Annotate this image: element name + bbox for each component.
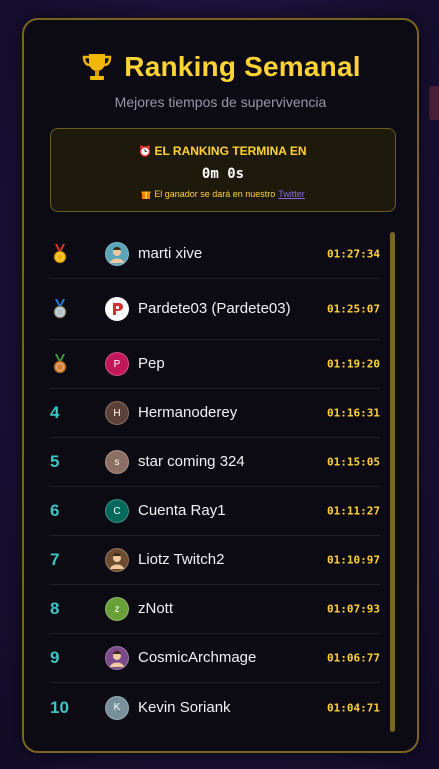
title-row: Ranking Semanal (24, 50, 417, 84)
avatar (105, 548, 129, 572)
gift-icon (141, 191, 151, 199)
countdown-heading-text: EL RANKING TERMINA EN (154, 144, 307, 158)
winner-note-text: El ganador se dará en nuestro (154, 189, 276, 199)
player-time: 01:06:77 (327, 651, 380, 665)
player-time: 01:25:07 (327, 302, 380, 316)
ranking-row: 6 C Cuenta Ray1 01:11:27 (50, 487, 380, 536)
ranking-list: marti xive 01:27:34 Pardete03 (Pardete03) 0… (50, 230, 380, 732)
avatar: s (105, 450, 129, 474)
avatar: z (105, 597, 129, 621)
ranking-card: Ranking Semanal Mejores tiempos de super… (22, 18, 419, 753)
player-name: Pep (138, 355, 165, 372)
player-time: 01:10:97 (327, 553, 380, 567)
player-name: Kevin Soriank (138, 698, 231, 716)
ranking-row: marti xive 01:27:34 (50, 230, 380, 279)
countdown-heading: EL RANKING TERMINA EN (51, 144, 395, 158)
player-time: 01:19:20 (327, 357, 380, 371)
player-name: Liotz Twitch2 (138, 551, 225, 568)
rank-number: 10 (50, 697, 69, 717)
ranking-row: 5 s star coming 324 01:15:05 (50, 438, 380, 487)
player-time: 01:07:93 (327, 602, 380, 616)
avatar: H (105, 401, 129, 425)
rank-number: 8 (50, 599, 60, 618)
avatar (105, 297, 129, 321)
rank-number: 4 (50, 403, 60, 422)
scrollbar[interactable] (390, 232, 395, 732)
avatar: K (105, 695, 129, 720)
ranking-row: Pardete03 (Pardete03) 01:25:07 (50, 279, 380, 340)
avatar (105, 646, 129, 670)
player-name: zNott (138, 600, 174, 617)
player-name: Hermanoderey (138, 404, 238, 421)
rank-number: 7 (50, 550, 60, 569)
avatar (105, 242, 129, 266)
rank-number: 5 (50, 452, 60, 471)
ranking-row: 10 K Kevin Soriank 01:04:71 (50, 683, 380, 732)
alarm-clock-icon (140, 145, 151, 157)
page-subtitle: Mejores tiempos de supervivencia (114, 94, 327, 110)
background-accent (429, 86, 439, 120)
ranking-row: 7 Liotz Twitch2 01:10:97 (50, 536, 380, 585)
winner-note: El ganador se dará en nuestro Twitter (51, 189, 395, 199)
player-name: marti xive (138, 245, 203, 262)
ranking-row: 4 H Hermanoderey 01:16:31 (50, 389, 380, 438)
rank-number: 6 (50, 501, 60, 520)
ranking-row: P Pep 01:19:20 (50, 340, 380, 389)
avatar: P (105, 352, 129, 376)
player-time: 01:15:05 (327, 455, 380, 469)
countdown-panel: EL RANKING TERMINA EN 0m 0s El ganador s… (50, 128, 396, 212)
twitter-link[interactable]: Twitter (278, 189, 305, 199)
countdown-value: 0m 0s (201, 166, 245, 182)
ranking-row: 8 z zNott 01:07:93 (50, 585, 380, 634)
ranking-row: 9 CosmicArchmage 01:06:77 (50, 634, 380, 683)
bronze-medal-icon (52, 354, 68, 374)
player-time: 01:04:71 (327, 701, 380, 714)
silver-medal-icon (52, 299, 68, 319)
rank-number: 9 (50, 648, 60, 667)
avatar: C (105, 499, 129, 523)
page-title: Ranking Semanal (124, 51, 361, 82)
trophy-icon (83, 54, 112, 80)
player-time: 01:27:34 (327, 247, 380, 261)
player-name: Pardete03 (Pardete03) (138, 300, 291, 317)
player-name: CosmicArchmage (138, 649, 257, 666)
player-name: star coming 324 (138, 453, 245, 470)
player-name: Cuenta Ray1 (138, 502, 226, 519)
gold-medal-icon (52, 244, 68, 264)
player-time: 01:11:27 (327, 504, 380, 518)
player-time: 01:16:31 (327, 406, 380, 420)
